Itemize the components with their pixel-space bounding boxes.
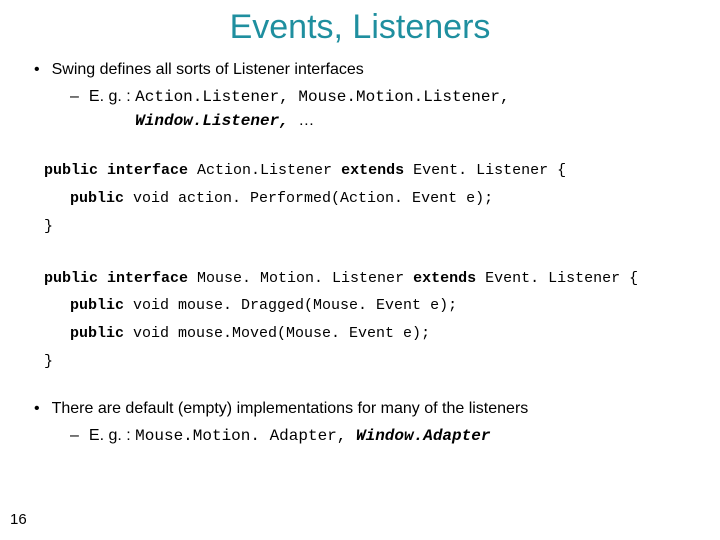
adapter-name-1: Mouse.Motion. Adapter, (135, 427, 356, 445)
bullet-eg-listeners: –E. g. : Action.Listener, Mouse.Motion.L… (34, 85, 700, 133)
listener-names-line1: Action.Listener, Mouse.Motion.Listener, (135, 88, 509, 106)
code-mouse-motion-listener: public interface Mouse. Motion. Listener… (34, 265, 700, 376)
dash-icon: – (70, 88, 79, 105)
dash-icon: – (70, 427, 79, 444)
code-action-listener: public interface Action.Listener extends… (34, 157, 700, 240)
eg-prefix-2: E. g. : (89, 427, 135, 444)
listener-names-line2: Window.Listener, (135, 112, 298, 130)
bullet-eg-adapters: –E. g. : Mouse.Motion. Adapter, Window.A… (34, 424, 700, 448)
slide-title: Events, Listeners (0, 0, 720, 61)
adapter-name-2: Window.Adapter (356, 427, 490, 445)
page-number: 16 (10, 511, 27, 528)
ellipsis: … (298, 112, 314, 129)
bullet-swing-defines: Swing defines all sorts of Listener inte… (34, 61, 700, 79)
lower-bullets: There are default (empty) implementation… (34, 400, 700, 448)
bullet-default-impl: There are default (empty) implementation… (34, 400, 700, 418)
slide-body: Swing defines all sorts of Listener inte… (0, 61, 720, 448)
eg-prefix: E. g. : (89, 88, 135, 105)
